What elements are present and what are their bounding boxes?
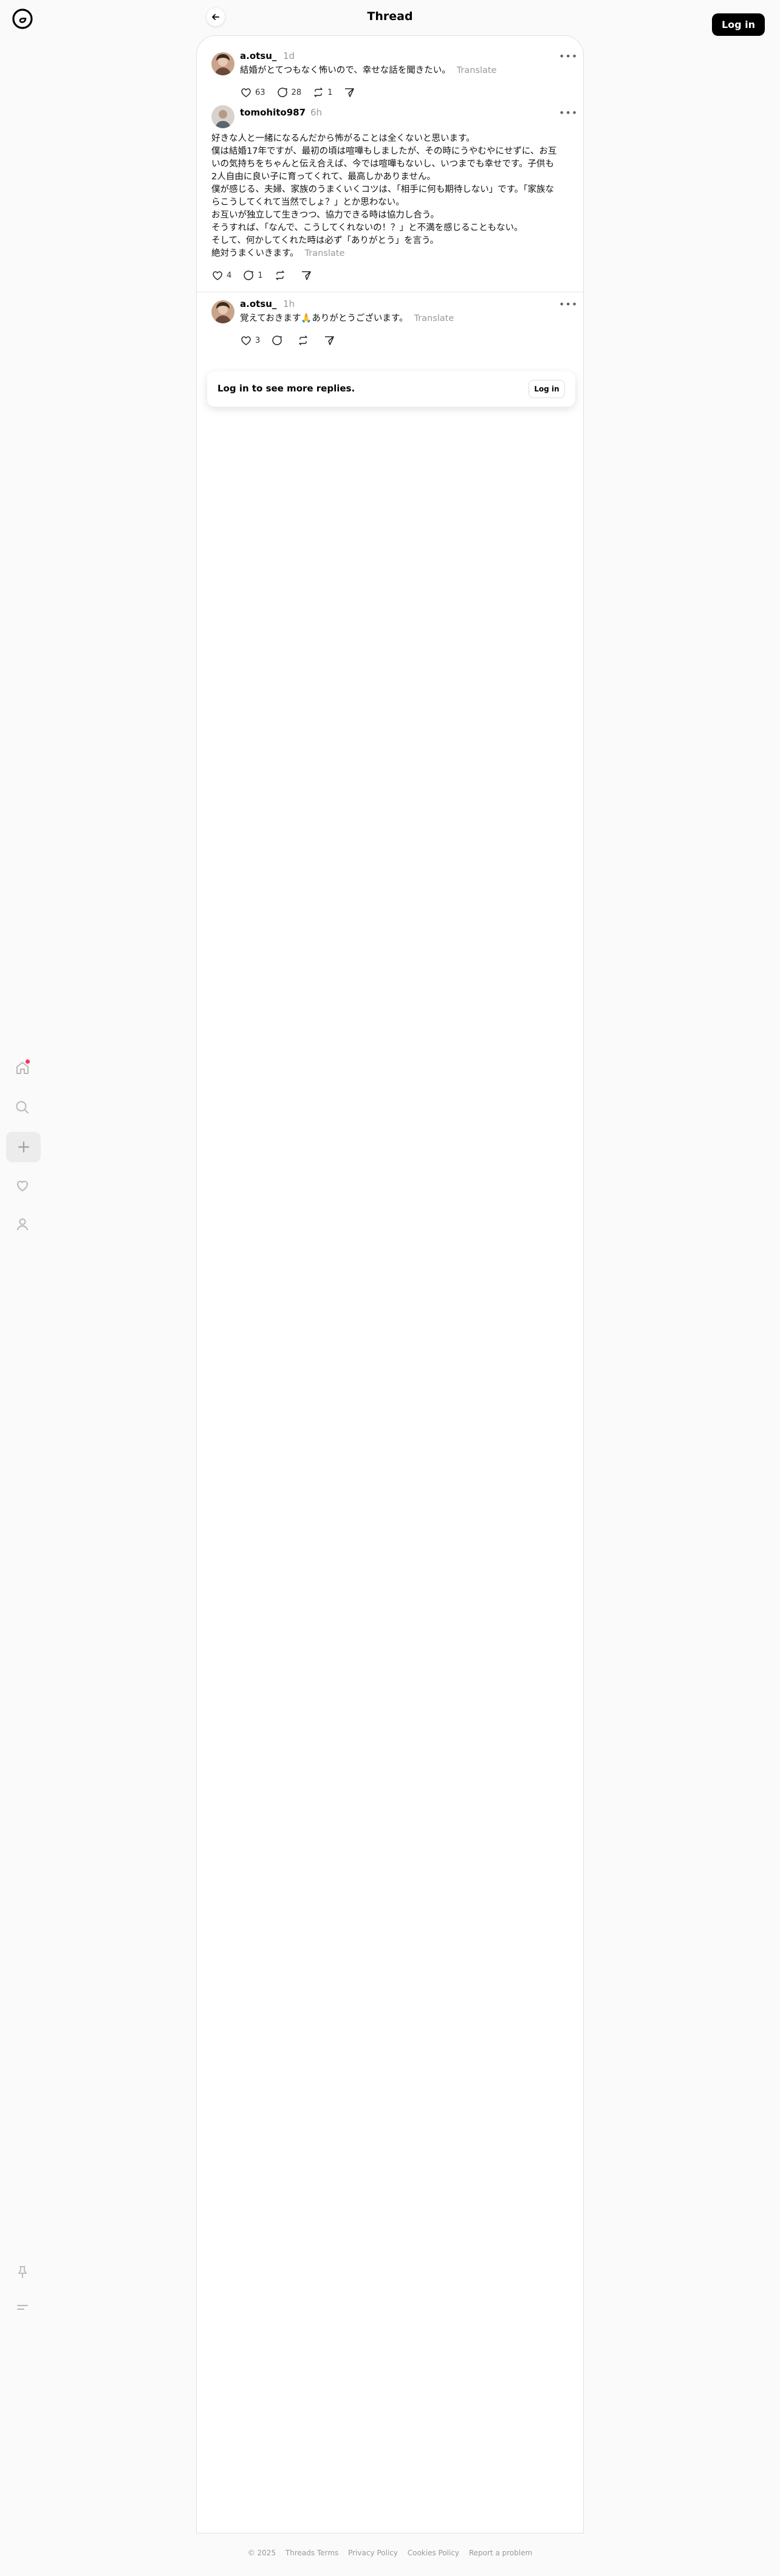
sidebar-item-home[interactable] xyxy=(10,1056,35,1080)
notification-dot xyxy=(26,1059,30,1064)
post-text-content: 結婚がとてつもなく怖いので、幸せな話を聞きたい。 xyxy=(240,66,451,75)
reply-count: 28 xyxy=(291,88,302,97)
post-text: 結婚がとてつもなく怖いので、幸せな話を聞きたい。 Translate xyxy=(240,64,497,77)
repost-button[interactable] xyxy=(297,334,312,346)
translate-link[interactable]: Translate xyxy=(414,314,454,323)
more-options-icon[interactable]: ••• xyxy=(559,298,578,310)
comment-icon xyxy=(277,88,287,97)
post-line: お互いが独立して生きつつ、協力できる時は協力し合う。 xyxy=(211,210,439,220)
post-username[interactable]: a.otsu_ xyxy=(240,50,276,61)
login-prompt-button[interactable]: Log in xyxy=(529,380,565,398)
post-text-content: 覚えておきます🙏ありがとうございます。 xyxy=(240,314,408,323)
reply-count: 1 xyxy=(258,270,263,280)
reply-button[interactable] xyxy=(271,334,286,346)
menu-icon xyxy=(17,2305,28,2310)
post-text: 好きな人と一緒になるんだから怖がることは全くないと思います。 僕は結婚17年です… xyxy=(211,133,576,260)
more-options-icon[interactable]: ••• xyxy=(559,107,578,119)
share-button[interactable] xyxy=(323,334,338,346)
post-text: 覚えておきます🙏ありがとうございます。 Translate xyxy=(240,312,454,325)
page-title: Thread xyxy=(367,10,413,23)
footer-link-privacy[interactable]: Privacy Policy xyxy=(348,2549,398,2557)
post-actions: 3 xyxy=(240,334,349,346)
like-count: 63 xyxy=(255,88,265,97)
post-username[interactable]: a.otsu_ xyxy=(240,298,276,309)
share-button[interactable] xyxy=(343,86,358,98)
reply-button[interactable]: 28 xyxy=(276,86,302,98)
post-line-content: 絶対うまくいきます。 xyxy=(211,249,299,258)
repost-button[interactable]: 1 xyxy=(312,86,332,98)
post-line: 僕は結婚17年ですが、最初の頃は喧嘩もしましたが、その時にうやむやにせずに、お互 xyxy=(211,146,557,156)
footer-copyright: © 2025 xyxy=(247,2549,276,2557)
more-options-icon[interactable]: ••• xyxy=(559,50,578,62)
repost-button[interactable] xyxy=(274,269,289,281)
comment-icon xyxy=(272,336,282,345)
like-button[interactable]: 3 xyxy=(240,334,260,346)
reply-button[interactable]: 1 xyxy=(242,269,263,281)
login-button[interactable]: Log in xyxy=(712,13,765,36)
footer-link-terms[interactable]: Threads Terms xyxy=(286,2549,338,2557)
login-prompt: Log in to see more replies. Log in xyxy=(207,371,575,407)
thread-card: a.otsu_ 1d ••• 結婚がとてつもなく怖いので、幸せな話を聞きたい。 T… xyxy=(196,35,584,2533)
pin-icon xyxy=(18,2266,27,2278)
post-time[interactable]: 6h xyxy=(310,107,322,118)
send-icon xyxy=(325,336,335,345)
avatar[interactable] xyxy=(211,52,234,75)
like-count: 3 xyxy=(255,336,261,345)
heart-icon xyxy=(213,271,222,280)
comment-icon xyxy=(244,270,254,280)
login-prompt-text: Log in to see more replies. xyxy=(217,383,355,394)
post-line: 絶対うまくいきます。 Translate xyxy=(211,247,576,260)
share-button[interactable] xyxy=(300,269,315,281)
post-line: 2人自由に良い子に育ってくれて、最高しかありません。 xyxy=(211,172,436,182)
translate-link[interactable]: Translate xyxy=(305,249,345,258)
translate-link[interactable]: Translate xyxy=(457,66,497,75)
like-button[interactable]: 63 xyxy=(240,86,265,98)
post-actions: 63 28 1 xyxy=(240,86,369,98)
search-icon xyxy=(16,1101,29,1114)
send-icon xyxy=(301,271,311,280)
sidebar-item-profile[interactable] xyxy=(10,1212,35,1236)
repost-icon xyxy=(299,336,308,345)
post-username[interactable]: tomohito987 xyxy=(240,107,306,118)
post-line: いの気持ちをちゃんと伝え合えば、今では喧嘩もないし、いつまでも幸せです。子供も xyxy=(211,159,555,169)
post-line: そして、何かしてくれた時は必ず「ありがとう」を言う。 xyxy=(211,236,439,246)
footer: © 2025 Threads Terms Privacy Policy Cook… xyxy=(0,2549,780,2557)
heart-icon xyxy=(17,1180,28,1191)
post-line: そうすれば、「なんで、こうしてくれないの！？」と不満を感じることもない。 xyxy=(211,223,523,233)
sidebar-item-menu[interactable] xyxy=(10,2295,35,2319)
footer-link-report[interactable]: Report a problem xyxy=(469,2549,532,2557)
like-button[interactable]: 4 xyxy=(211,269,231,281)
avatar[interactable] xyxy=(211,300,234,323)
post-line: 僕が感じる、夫婦、家族のうまくいくコツは、「相手に何も期待しない」です。「家族な xyxy=(211,185,555,195)
sidebar-item-pin[interactable] xyxy=(10,2260,35,2284)
like-count: 4 xyxy=(227,270,232,280)
post-line: 好きな人と一緒になるんだから怖がることは全くないと思います。 xyxy=(211,134,475,143)
sidebar-item-activity[interactable] xyxy=(10,1173,35,1197)
footer-link-cookies[interactable]: Cookies Policy xyxy=(408,2549,459,2557)
repost-icon xyxy=(314,88,323,97)
avatar[interactable] xyxy=(211,105,234,128)
heart-icon xyxy=(241,88,251,97)
send-icon xyxy=(345,88,355,97)
plus-icon xyxy=(18,1141,29,1153)
post-line: らこうしてくれて当然でしょ？」とか思わない。 xyxy=(211,198,405,207)
profile-icon xyxy=(17,1218,28,1230)
post-time[interactable]: 1d xyxy=(283,50,295,61)
sidebar-item-create[interactable] xyxy=(6,1132,41,1162)
post-time[interactable]: 1h xyxy=(283,298,295,309)
repost-count: 1 xyxy=(327,88,333,97)
repost-icon xyxy=(275,270,284,280)
sidebar-item-search[interactable] xyxy=(10,1095,35,1120)
heart-icon xyxy=(241,336,251,345)
post-actions: 4 1 xyxy=(211,269,326,281)
